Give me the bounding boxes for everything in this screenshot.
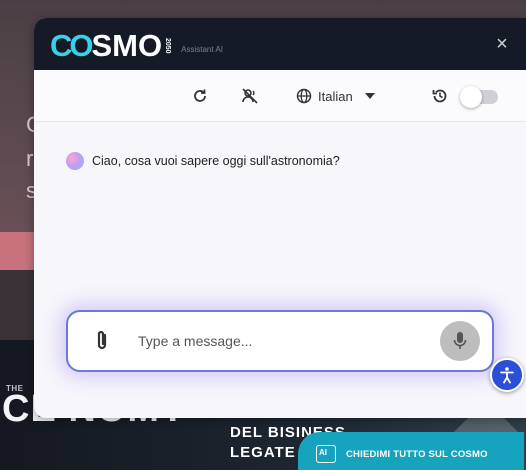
history-icon (432, 89, 447, 103)
background-letter: r (26, 146, 34, 171)
assistant-message: Ciao, cosa vuoi sapere oggi sull'astrono… (66, 152, 340, 170)
cosmo-logo: CO SMO 2050 Assistant AI (50, 28, 223, 64)
widget-subtitle: Assistant AI (181, 44, 223, 54)
microphone-button[interactable] (440, 321, 480, 361)
language-label: Italian (318, 88, 353, 104)
logo-smo: SMO (91, 28, 163, 63)
microphone-icon (453, 332, 467, 349)
toggle-knob (460, 86, 482, 108)
widget-toolbar: Italian (34, 70, 526, 122)
voice-off-button[interactable] (238, 84, 262, 108)
refresh-icon (194, 89, 206, 102)
message-input[interactable] (138, 328, 418, 354)
paperclip-icon (97, 330, 107, 350)
ask-cosmo-button[interactable]: AI CHIEDIMI TUTTO SUL COSMO (298, 432, 524, 470)
banner-line-2: LEGATE (230, 444, 296, 461)
assistant-widget: CO SMO 2050 Assistant AI × Italian Ciao,… (34, 18, 526, 418)
settings-toggle[interactable] (460, 86, 498, 108)
assistant-avatar-icon (66, 152, 84, 170)
logo-co: CO (50, 28, 93, 63)
accessibility-icon (500, 367, 514, 384)
widget-titlebar: CO SMO 2050 Assistant AI × (34, 18, 526, 70)
globe-icon (296, 88, 312, 104)
message-text: Ciao, cosa vuoi sapere oggi sull'astrono… (92, 154, 340, 168)
attach-button[interactable] (92, 329, 112, 353)
chat-area: Ciao, cosa vuoi sapere oggi sull'astrono… (34, 122, 526, 418)
voice-off-icon (242, 88, 258, 104)
language-selector[interactable]: Italian (296, 84, 375, 108)
ai-sparkle-icon: AI (316, 445, 336, 463)
refresh-button[interactable] (188, 84, 212, 108)
accessibility-button[interactable] (490, 358, 524, 392)
ask-cosmo-label: CHIEDIMI TUTTO SUL COSMO (346, 448, 488, 460)
chevron-down-icon (364, 93, 375, 99)
history-button[interactable] (428, 84, 452, 108)
logo-year: 2050 (164, 38, 172, 54)
ai-icon-text: AI (319, 448, 327, 457)
close-button[interactable]: × (492, 34, 512, 54)
message-composer (66, 310, 494, 372)
